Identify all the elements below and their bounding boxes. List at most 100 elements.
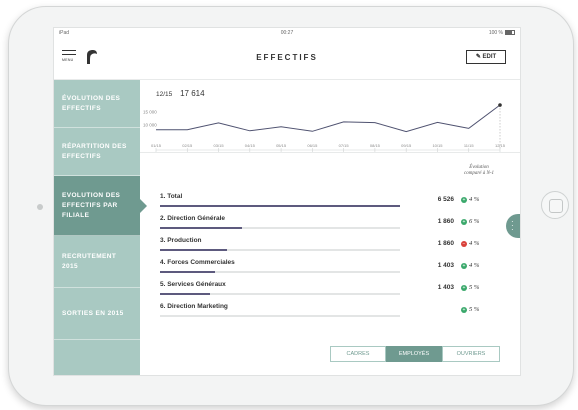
x-tick-label: 05/15 (276, 143, 287, 148)
edit-button[interactable]: ✎ EDIT (466, 50, 506, 64)
series-line (156, 104, 501, 133)
row-value: 1 860 (437, 218, 454, 225)
row-evolution-pct: 5 % (469, 284, 480, 291)
trend-down-icon: − (461, 240, 467, 247)
trend-up-icon: + (461, 306, 467, 313)
sidebar-item-label: RÉPARTITION DES EFFECTIFS (62, 142, 127, 160)
row-evolution-pct: 4 % (469, 240, 480, 247)
table-row[interactable]: 1. Total 6 526 +4 % (160, 193, 500, 211)
status-bar: iPad 00:27 100 % (54, 28, 520, 37)
row-bar-track (160, 271, 400, 273)
camera (37, 204, 43, 210)
sidebar-item-recrutement[interactable]: RECRUTEMENT 2015 (54, 236, 140, 288)
app-screen: iPad 00:27 100 % MENU EFFECTIFS ✎ EDIT É… (54, 28, 520, 375)
table-row[interactable]: 2. Direction Générale 1 860 +6 % (160, 215, 500, 233)
home-button[interactable] (541, 191, 569, 219)
more-vertical-icon: · · · (511, 217, 514, 234)
table-row[interactable]: 5. Services Généraux 1 403 +5 % (160, 281, 500, 299)
selected-point[interactable] (498, 103, 502, 107)
sidebar-item-repartition[interactable]: RÉPARTITION DES EFFECTIFS (54, 128, 140, 176)
trend-up-icon: + (461, 196, 467, 203)
filiale-table: Évolution comparé à N-1 1. Total 6 526 +4 … (140, 153, 520, 333)
row-evolution: +4 % (461, 262, 501, 269)
battery-label: 100 % (488, 30, 503, 36)
row-evolution: +6 % (461, 218, 501, 225)
row-value: 6 526 (437, 196, 454, 203)
home-button-icon (549, 199, 563, 213)
table-row[interactable]: 4. Forces Commerciales 1 403 +4 % (160, 259, 500, 277)
row-evolution-pct: 4 % (469, 262, 480, 269)
row-bar-track (160, 205, 400, 207)
x-tick-label: 03/15 (214, 143, 225, 148)
pencil-icon: ✎ (475, 54, 483, 60)
row-evolution: +5 % (461, 284, 501, 291)
row-value: 1 403 (437, 284, 454, 291)
trend-up-icon: + (461, 284, 467, 291)
row-bar-track (160, 315, 400, 317)
sidebar-item-label: ÉVOLUTION DES EFFECTIFS (62, 94, 121, 112)
x-tick-label: 10/15 (432, 143, 443, 148)
x-tick-label: 09/15 (401, 143, 412, 148)
row-label: 5. Services Généraux (160, 281, 226, 288)
edit-label: EDIT (482, 54, 497, 60)
row-bar-track (160, 227, 400, 229)
segment-employes[interactable]: EMPLOYÉS (386, 346, 442, 362)
evolution-header-line2: comparé à N-1 (464, 171, 494, 176)
headcount-chart: 12/15 17 614 15 000 10 000 01/15 02/15 03/15… (140, 80, 520, 153)
x-tick-label: 01/15 (151, 143, 162, 148)
x-tick-label: 12/15 (495, 143, 506, 148)
segment-label: EMPLOYÉS (398, 351, 430, 357)
y-tick-label: 15 000 (143, 109, 157, 114)
segment-label: CADRES (346, 351, 370, 357)
x-tick-label: 08/15 (370, 143, 381, 148)
row-label: 3. Production (160, 237, 202, 244)
row-bar-fill (160, 227, 242, 229)
row-bar-track (160, 293, 400, 295)
row-bar-track (160, 249, 400, 251)
trend-up-icon: + (461, 218, 467, 225)
row-evolution-pct: 4 % (469, 196, 480, 203)
page-title: EFFECTIFS (256, 53, 318, 62)
sidebar-item-label: SORTIES EN 2015 (62, 309, 124, 317)
app-header: MENU EFFECTIFS ✎ EDIT (54, 37, 520, 80)
row-label: 4. Forces Commerciales (160, 259, 235, 266)
x-tick-label: 11/15 (464, 143, 474, 148)
row-label: 2. Direction Générale (160, 215, 226, 222)
sidebar-item-evolution-filiale[interactable]: EVOLUTION DES EFFECTIFS PAR FILIALE (54, 176, 147, 236)
row-bar-fill (160, 205, 400, 207)
row-bar-fill (160, 271, 215, 273)
sidebar-item-label: EVOLUTION DES EFFECTIFS PAR FILIALE (62, 191, 121, 219)
x-tick-label: 02/15 (182, 143, 193, 148)
row-label: 1. Total (160, 193, 183, 200)
table-row[interactable]: 3. Production 1 860−4 % (160, 237, 500, 255)
segment-cadres[interactable]: CADRES (330, 346, 386, 362)
row-value: 1 860 (437, 240, 454, 247)
x-tick-label: 04/15 (245, 143, 256, 148)
row-evolution-pct: 6 % (469, 218, 480, 225)
hamburger-icon (62, 50, 76, 51)
row-evolution-pct: 5 % (469, 306, 480, 313)
segment-label: OUVRIERS (456, 351, 486, 357)
evolution-column-header: Évolution comparé à N-1 (450, 165, 508, 177)
x-tick-label: 06/15 (307, 143, 318, 148)
y-tick-label: 10 000 (143, 123, 157, 128)
sidebar-item-label: RECRUTEMENT 2015 (62, 252, 117, 270)
row-evolution: +4 % (461, 196, 501, 203)
row-evolution: −4 % (461, 240, 501, 247)
trend-up-icon: + (461, 262, 467, 269)
status-time: 00:27 (280, 30, 294, 36)
sidebar-item-sorties[interactable]: SORTIES EN 2015 (54, 288, 140, 340)
sidebar-item-evolution[interactable]: ÉVOLUTION DES EFFECTIFS (54, 80, 140, 128)
segment-ouvriers[interactable]: OUVRIERS (442, 346, 500, 362)
line-chart[interactable]: 15 000 10 000 01/15 02/15 03/15 04/15 05/15 06/… (140, 80, 520, 152)
battery-icon (505, 30, 515, 36)
row-value: 1 403 (437, 262, 454, 269)
row-bar-fill (160, 293, 210, 295)
x-tick-label: 07/15 (339, 143, 350, 148)
row-evolution: +5 % (461, 306, 501, 313)
table-row[interactable]: 6. Direction Marketing +5 % (160, 303, 500, 321)
battery-indicator: 100 % (489, 30, 515, 36)
row-bar-fill (160, 249, 227, 251)
row-label: 6. Direction Marketing (160, 303, 228, 310)
sidebar: ÉVOLUTION DES EFFECTIFS RÉPARTITION DES … (54, 80, 147, 375)
